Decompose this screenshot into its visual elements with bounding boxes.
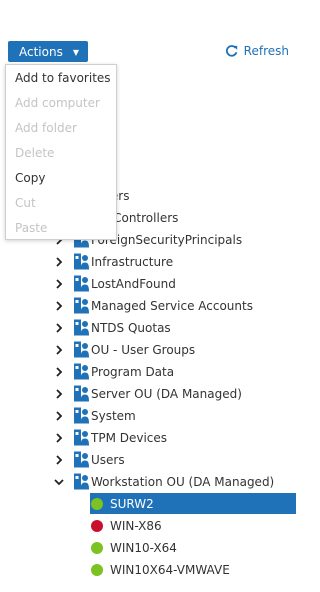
computer-item-selected[interactable]: SURW2 [90, 493, 296, 514]
org-unit-icon [73, 341, 89, 358]
online-status-icon [91, 497, 103, 510]
chevron-down-icon[interactable] [53, 472, 65, 492]
org-unit-icon [73, 429, 89, 446]
tree-node-label: OU - User Groups [91, 343, 196, 357]
tree-node-label: System [91, 409, 136, 423]
online-status-icon [91, 563, 103, 576]
actions-button[interactable]: Actions ▼ [8, 41, 88, 62]
chevron-right-icon[interactable] [53, 384, 65, 404]
chevron-right-icon[interactable] [53, 406, 65, 426]
computer-label: WIN10-X64 [110, 540, 177, 555]
org-unit-icon [73, 407, 89, 424]
actions-label: Actions [19, 44, 63, 59]
chevron-right-icon[interactable] [53, 450, 65, 470]
org-unit-icon [73, 385, 89, 402]
tree-node-label: NTDS Quotas [91, 321, 171, 335]
computer-label: WIN10X64-VMWAVE [110, 562, 230, 577]
tree-node-label: TPM Devices [91, 431, 168, 445]
actions-dropdown-menu: Add to favorites Add computer Add folder… [5, 64, 117, 240]
org-unit-icon [73, 275, 89, 292]
menu-item-add-to-favorites[interactable]: Add to favorites [6, 66, 116, 91]
computer-label: WIN-X86 [110, 518, 162, 533]
tree-node-label: Infrastructure [91, 255, 174, 269]
chevron-right-icon[interactable] [53, 274, 65, 294]
tree-node-label: Program Data [91, 365, 175, 379]
org-unit-icon [73, 297, 89, 314]
caret-down-icon: ▼ [72, 47, 79, 57]
org-unit-icon [73, 253, 89, 270]
chevron-right-icon[interactable] [53, 252, 65, 272]
menu-item-cut: Cut [15, 196, 36, 210]
chevron-right-icon[interactable] [53, 318, 65, 338]
menu-item-delete: Delete [15, 146, 55, 160]
tree-node-label: Workstation OU (DA Managed) [91, 475, 275, 489]
menu-item-paste: Paste [15, 221, 48, 235]
org-unit-icon [73, 473, 89, 490]
computer-item[interactable]: WIN10X64-VMWAVE [90, 559, 296, 580]
computer-label: SURW2 [110, 496, 154, 511]
chevron-right-icon[interactable] [53, 296, 65, 316]
tree-node-label: Server OU (DA Managed) [91, 387, 242, 401]
tree-node-label: LostAndFound [91, 277, 176, 291]
tree-node-label: Managed Service Accounts [91, 299, 253, 313]
chevron-right-icon[interactable] [53, 340, 65, 360]
online-status-icon [91, 541, 103, 554]
offline-status-icon [91, 519, 103, 532]
org-unit-icon [73, 319, 89, 336]
org-unit-icon [73, 363, 89, 380]
menu-item-copy[interactable]: Copy [6, 166, 116, 191]
tree-node-label: Users [91, 453, 125, 467]
refresh-label: Refresh [243, 44, 289, 58]
computer-item[interactable]: WIN-X86 [90, 515, 296, 536]
chevron-right-icon[interactable] [53, 362, 65, 382]
computer-item[interactable]: WIN10-X64 [90, 537, 296, 558]
menu-item-add-folder: Add folder [15, 121, 77, 135]
chevron-right-icon[interactable] [53, 428, 65, 448]
menu-item-add-computer: Add computer [15, 96, 100, 110]
org-unit-icon [73, 451, 89, 468]
refresh-button[interactable]: Refresh [225, 42, 289, 60]
refresh-icon [225, 44, 237, 57]
